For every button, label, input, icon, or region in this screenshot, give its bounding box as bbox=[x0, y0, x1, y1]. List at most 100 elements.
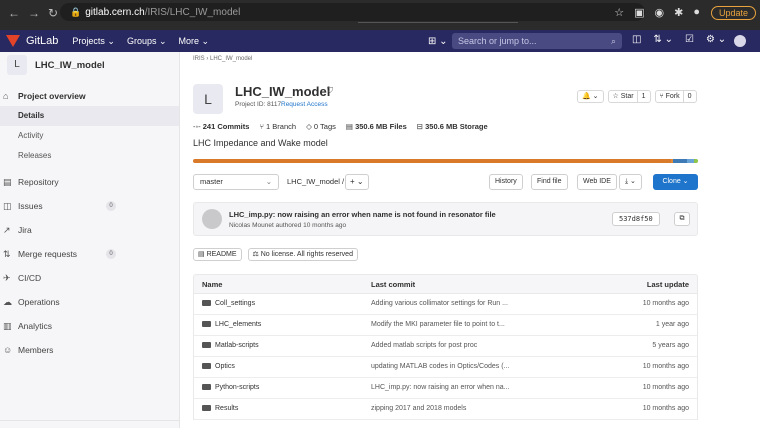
page-title: LHC_IW_model bbox=[235, 84, 331, 99]
sidebar-item-members[interactable]: ☺ Members bbox=[0, 340, 179, 360]
folder-name[interactable]: Results bbox=[202, 399, 238, 419]
branch-name: master bbox=[200, 177, 223, 186]
sidebar-item-analytics[interactable]: ▥ Analytics bbox=[0, 316, 179, 336]
folder-name[interactable]: Optics bbox=[202, 357, 235, 377]
folder-name[interactable]: Coll_settings bbox=[202, 294, 255, 314]
doc-icon: ▤ bbox=[3, 177, 12, 187]
sidebar-item-issues[interactable]: ◫ Issues 0 bbox=[0, 196, 179, 216]
todo-icon[interactable]: ☑ bbox=[685, 34, 694, 45]
sidebar-project-name: LHC_IW_model bbox=[35, 59, 105, 71]
folder-name[interactable]: Matlab-scripts bbox=[202, 336, 259, 356]
search-input[interactable]: Search or jump to... ⌕ bbox=[452, 33, 622, 49]
breadcrumb[interactable]: IRIS › LHC_IW_model bbox=[193, 56, 252, 62]
profile-icon[interactable]: ● bbox=[693, 6, 700, 19]
bookmark-star-icon[interactable]: ☆ bbox=[614, 6, 624, 19]
clone-button[interactable]: Clone ⌄ bbox=[653, 174, 698, 190]
tags-stat[interactable]: ◇ 0 Tags bbox=[306, 122, 336, 131]
table-row[interactable]: Optics updating MATLAB codes in Optics/C… bbox=[193, 357, 698, 378]
repo-path[interactable]: LHC_IW_model / bbox=[287, 174, 344, 190]
back-icon[interactable]: ← bbox=[8, 6, 20, 20]
menu-groups[interactable]: Groups ⌄ bbox=[127, 36, 167, 47]
merge-request-icon[interactable]: ⇅ ⌄ bbox=[653, 34, 673, 45]
users-icon: ☺ bbox=[3, 345, 13, 355]
notification-bell-button[interactable]: 🔔 ⌄ bbox=[577, 90, 604, 103]
project-id: Project ID: 8117 bbox=[235, 101, 282, 108]
gitlab-logo-icon[interactable] bbox=[6, 35, 20, 47]
sidebar-item-repository[interactable]: ▤ Repository bbox=[0, 172, 179, 192]
menu-more[interactable]: More ⌄ bbox=[179, 36, 210, 47]
sidebar-item-merge-requests[interactable]: ⇅ Merge requests 0 bbox=[0, 244, 179, 264]
url-host: gitlab.cern.ch bbox=[85, 7, 145, 18]
find-file-button[interactable]: Find file bbox=[531, 174, 568, 190]
branches-stat[interactable]: ⑂ 1 Branch bbox=[259, 122, 296, 131]
sidebar-item-operations[interactable]: ☁ Operations bbox=[0, 292, 179, 312]
puzzle-icon[interactable]: ✱ bbox=[674, 6, 683, 19]
sidebar-item-project-overview[interactable]: ⌂ Project overview bbox=[0, 86, 179, 106]
fork-button[interactable]: ⑂ Fork 0 bbox=[654, 90, 697, 103]
add-file-button[interactable]: + ⌄ bbox=[345, 174, 369, 190]
sidebar-item-ci-cd[interactable]: ✈ CI/CD bbox=[0, 268, 179, 288]
copy-sha-icon[interactable]: ⧉ bbox=[674, 212, 690, 226]
issues-icon[interactable]: ◫ bbox=[632, 34, 641, 45]
web-ide-button[interactable]: Web IDE bbox=[577, 174, 617, 190]
request-access-link[interactable]: Request Access bbox=[281, 101, 328, 108]
sidebar-collapse-area[interactable] bbox=[0, 420, 180, 428]
sidebar-item-label: Repository bbox=[18, 177, 59, 187]
reload-icon[interactable]: ↻ bbox=[48, 6, 58, 20]
row-commit[interactable]: Adding various collimator settings for R… bbox=[371, 294, 508, 314]
chevron-down-icon: ⌄ bbox=[265, 177, 272, 186]
lock-icon: 🔒 bbox=[70, 7, 82, 17]
sidebar-item-label: Issues bbox=[18, 201, 43, 211]
row-commit[interactable]: zipping 2017 and 2018 models bbox=[371, 399, 466, 419]
commits-stat[interactable]: -◦- 241 Commits bbox=[193, 122, 249, 131]
row-commit[interactable]: Added matlab scripts for post proc bbox=[371, 336, 477, 356]
star-button[interactable]: ☆ Star 1 bbox=[607, 90, 651, 103]
extension-icon-2[interactable]: ◉ bbox=[655, 6, 665, 19]
project-stats: -◦- 241 Commits ⑂ 1 Branch ◇ 0 Tags ▤ 35… bbox=[193, 122, 488, 131]
sidebar-item-label: Project overview bbox=[18, 91, 86, 101]
external-link-icon: ↗ bbox=[3, 225, 11, 235]
folder-name[interactable]: LHC_elements bbox=[202, 315, 261, 335]
user-avatar[interactable] bbox=[734, 35, 746, 47]
extension-icon[interactable]: ▣ bbox=[634, 6, 644, 19]
star-count: 1 bbox=[636, 91, 646, 102]
commit-author[interactable]: Nicolas Mounet bbox=[229, 222, 274, 229]
table-header: Name Last commit Last update bbox=[193, 274, 698, 294]
row-commit[interactable]: updating MATLAB codes in Optics/Codes (.… bbox=[371, 357, 509, 377]
gitlab-brand[interactable]: GitLab bbox=[26, 35, 58, 47]
sidebar-project-header[interactable]: L LHC_IW_model bbox=[0, 54, 179, 76]
commit-sha[interactable]: 537d8f50 bbox=[612, 212, 660, 226]
author-avatar[interactable] bbox=[202, 209, 222, 229]
folder-icon bbox=[202, 384, 211, 390]
new-item-plus-icon[interactable]: ⊞ ⌄ bbox=[428, 36, 448, 47]
menu-projects[interactable]: Projects ⌄ bbox=[72, 36, 115, 47]
table-row[interactable]: Results zipping 2017 and 2018 models 10 … bbox=[193, 399, 698, 420]
folder-icon bbox=[202, 363, 211, 369]
language-bar[interactable] bbox=[193, 159, 698, 163]
row-commit[interactable]: Modify the MKI parameter file to point t… bbox=[371, 315, 505, 335]
sidebar-item-activity[interactable]: Activity bbox=[0, 126, 179, 146]
fork-label: ⑂ Fork bbox=[659, 93, 680, 100]
address-bar[interactable]: 🔒 gitlab.cern.ch/IRIS/LHC_IW_model bbox=[60, 3, 645, 21]
help-icon[interactable]: ⚙ ⌄ bbox=[706, 34, 726, 45]
table-row[interactable]: LHC_elements Modify the MKI parameter fi… bbox=[193, 315, 698, 336]
license-button[interactable]: ⚖ No license. All rights reserved bbox=[247, 248, 358, 261]
sidebar-item-details[interactable]: Details bbox=[0, 106, 179, 126]
folder-name[interactable]: Python-scripts bbox=[202, 378, 259, 398]
readme-license-row: ▤ README ⚖ No license. All rights reserv… bbox=[193, 248, 358, 261]
branch-selector[interactable]: master ⌄ bbox=[193, 174, 279, 190]
commit-message[interactable]: LHC_imp.py: now raising an error when na… bbox=[229, 210, 496, 219]
forward-icon[interactable]: → bbox=[28, 6, 40, 20]
table-row[interactable]: Matlab-scripts Added matlab scripts for … bbox=[193, 336, 698, 357]
download-button[interactable]: ⤓ ⌄ bbox=[619, 174, 642, 190]
history-button[interactable]: History bbox=[489, 174, 523, 190]
readme-button[interactable]: ▤ README bbox=[193, 248, 242, 261]
project-sidebar: L LHC_IW_model ⌂ Project overview Detail… bbox=[0, 52, 180, 428]
table-row[interactable]: Python-scripts LHC_imp.py: now raising a… bbox=[193, 378, 698, 399]
table-row[interactable]: Coll_settings Adding various collimator … bbox=[193, 294, 698, 315]
row-commit[interactable]: LHC_imp.py: now raising an error when na… bbox=[371, 378, 510, 398]
browser-update-button[interactable]: Update bbox=[710, 6, 756, 20]
sidebar-item-releases[interactable]: Releases bbox=[0, 146, 179, 166]
sidebar-item-jira[interactable]: ↗ Jira bbox=[0, 220, 179, 240]
files-stat[interactable]: ▤ 350.6 MB Files bbox=[346, 122, 407, 131]
